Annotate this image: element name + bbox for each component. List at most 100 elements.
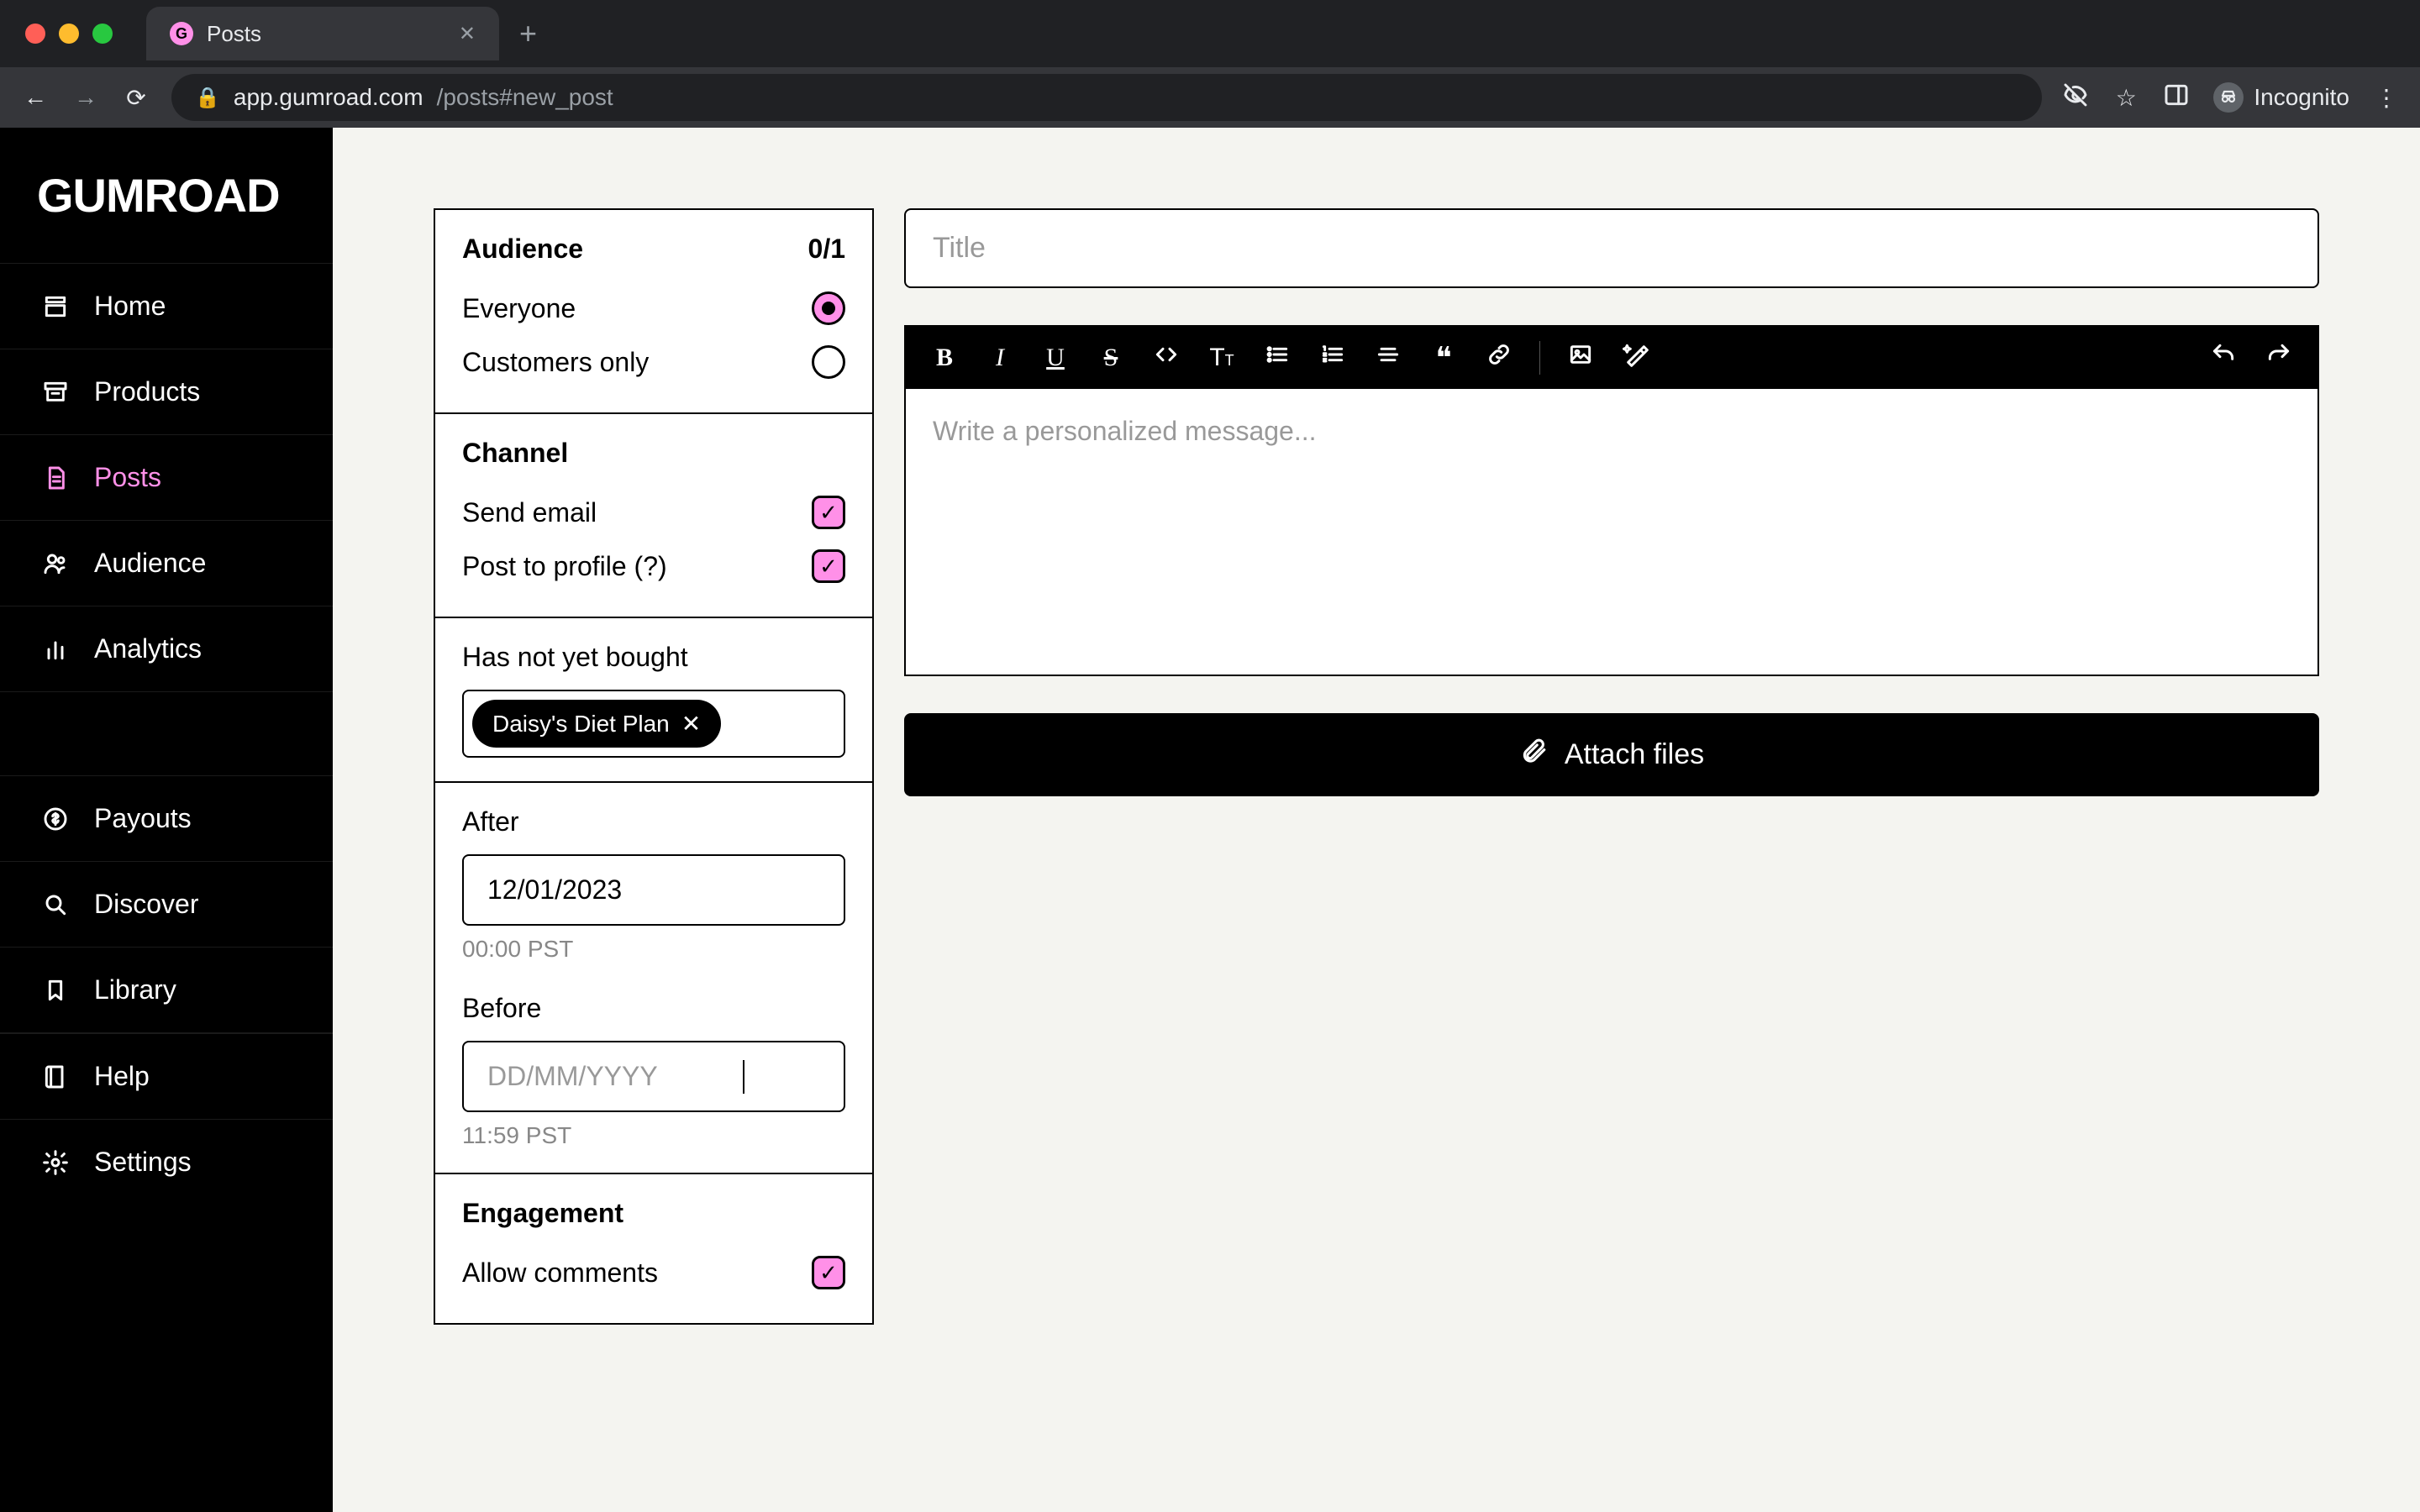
- paperclip-icon: [1519, 737, 1548, 773]
- attach-files-label: Attach files: [1565, 738, 1704, 771]
- allow-comments-label: Allow comments: [462, 1257, 658, 1289]
- checkbox-checked-icon[interactable]: ✓: [812, 549, 845, 583]
- audience-everyone-label: Everyone: [462, 293, 576, 324]
- sidebar-item-audience[interactable]: Audience: [0, 520, 333, 606]
- sidebar-item-products[interactable]: Products: [0, 349, 333, 434]
- config-panel: Audience 0/1 Everyone Customers only Cha…: [434, 208, 874, 1325]
- incognito-label: Incognito: [2254, 84, 2349, 111]
- not-bought-section: Has not yet bought Daisy's Diet Plan ✕: [435, 618, 872, 783]
- sidebar-item-payouts[interactable]: Payouts: [0, 775, 333, 861]
- window-minimize-button[interactable]: [59, 24, 79, 44]
- window-close-button[interactable]: [25, 24, 45, 44]
- bold-icon[interactable]: B: [929, 344, 960, 372]
- strikethrough-icon[interactable]: S: [1096, 344, 1126, 372]
- eye-off-icon[interactable]: [2062, 81, 2089, 114]
- link-icon[interactable]: [1484, 341, 1514, 375]
- gear-icon: [40, 1147, 71, 1178]
- browser-tab-active[interactable]: G Posts ✕: [146, 7, 499, 60]
- window-controls: [25, 24, 113, 44]
- before-hint: 11:59 PST: [462, 1122, 845, 1149]
- text-cursor-icon: [743, 1060, 744, 1094]
- tab-close-icon[interactable]: ✕: [459, 22, 476, 46]
- post-title-input[interactable]: [904, 208, 2319, 288]
- after-hint: 00:00 PST: [462, 936, 845, 963]
- product-tag-label: Daisy's Diet Plan: [492, 711, 670, 738]
- url-domain: app.gumroad.com: [234, 84, 424, 111]
- audience-count: 0/1: [808, 234, 845, 265]
- nav-forward-button[interactable]: →: [71, 84, 101, 111]
- home-icon: [40, 291, 71, 322]
- editor-box: B I U S TT: [904, 325, 2319, 676]
- new-tab-button[interactable]: +: [519, 16, 537, 51]
- post-to-profile-option[interactable]: Post to profile (?) ✓: [462, 539, 845, 593]
- sidebar-item-discover[interactable]: Discover: [0, 861, 333, 947]
- audience-customers-label: Customers only: [462, 347, 649, 378]
- main-content: Audience 0/1 Everyone Customers only Cha…: [333, 128, 2420, 1512]
- sidebar-item-posts[interactable]: Posts: [0, 434, 333, 520]
- bullet-list-icon[interactable]: [1262, 341, 1292, 375]
- post-body-editor[interactable]: Write a personalized message...: [906, 389, 2317, 675]
- magic-icon[interactable]: [1621, 341, 1651, 375]
- dollar-circle-icon: [40, 804, 71, 834]
- quote-icon[interactable]: ❝: [1428, 340, 1459, 375]
- incognito-icon: [2213, 82, 2244, 113]
- italic-icon[interactable]: I: [985, 344, 1015, 372]
- sidebar-item-settings[interactable]: Settings: [0, 1119, 333, 1205]
- numbered-list-icon[interactable]: [1318, 341, 1348, 375]
- sidebar-item-label: Help: [94, 1061, 150, 1092]
- send-email-option[interactable]: Send email ✓: [462, 486, 845, 539]
- sidebar-item-label: Products: [94, 376, 200, 407]
- window-maximize-button[interactable]: [92, 24, 113, 44]
- audience-section: Audience 0/1 Everyone Customers only: [435, 210, 872, 414]
- bookmark-icon: [40, 975, 71, 1005]
- sidebar-item-label: Settings: [94, 1147, 192, 1178]
- redo-icon[interactable]: [2264, 341, 2294, 375]
- underline-icon[interactable]: U: [1040, 344, 1071, 372]
- gumroad-favicon-icon: G: [170, 22, 193, 45]
- incognito-indicator[interactable]: Incognito: [2213, 82, 2349, 113]
- sidebar-item-label: Library: [94, 974, 176, 1005]
- image-icon[interactable]: [1565, 341, 1596, 375]
- text-size-icon[interactable]: TT: [1207, 344, 1237, 372]
- after-label: After: [462, 806, 845, 837]
- search-icon: [40, 890, 71, 920]
- editor-toolbar: B I U S TT: [906, 327, 2317, 389]
- checkbox-checked-icon[interactable]: ✓: [812, 1256, 845, 1289]
- sidebar-item-library[interactable]: Library: [0, 947, 333, 1032]
- sidebar-item-home[interactable]: Home: [0, 263, 333, 349]
- sidebar: GUMROAD Home Products Posts: [0, 128, 333, 1512]
- checkbox-checked-icon[interactable]: ✓: [812, 496, 845, 529]
- url-path: /posts#new_post: [437, 84, 613, 111]
- channel-section: Channel Send email ✓ Post to profile (?)…: [435, 414, 872, 618]
- not-bought-input[interactable]: Daisy's Diet Plan ✕: [462, 690, 845, 758]
- kebab-menu-icon[interactable]: ⋮: [2373, 84, 2400, 112]
- radio-unchecked-icon[interactable]: [812, 345, 845, 379]
- engagement-title: Engagement: [462, 1198, 845, 1229]
- audience-everyone-option[interactable]: Everyone: [462, 281, 845, 335]
- hr-icon[interactable]: [1373, 341, 1403, 375]
- sidebar-item-analytics[interactable]: Analytics: [0, 606, 333, 691]
- undo-icon[interactable]: [2208, 341, 2238, 375]
- nav-back-button[interactable]: ←: [20, 84, 50, 111]
- post-to-profile-label: Post to profile (?): [462, 551, 667, 582]
- radio-checked-icon[interactable]: [812, 291, 845, 325]
- audience-customers-option[interactable]: Customers only: [462, 335, 845, 389]
- nav-reload-button[interactable]: ⟳: [121, 84, 151, 112]
- tag-remove-icon[interactable]: ✕: [681, 710, 701, 738]
- sidebar-item-label: Audience: [94, 548, 206, 579]
- bookmark-star-icon[interactable]: ☆: [2112, 84, 2139, 112]
- panel-icon[interactable]: [2163, 81, 2190, 114]
- channel-title: Channel: [462, 438, 845, 469]
- after-date-input[interactable]: [462, 854, 845, 926]
- before-date-input[interactable]: [462, 1041, 845, 1112]
- file-text-icon: [40, 463, 71, 493]
- sidebar-item-label: Posts: [94, 462, 161, 493]
- code-icon[interactable]: [1151, 341, 1181, 375]
- bar-chart-icon: [40, 634, 71, 664]
- allow-comments-option[interactable]: Allow comments ✓: [462, 1246, 845, 1299]
- sidebar-item-label: Payouts: [94, 803, 192, 834]
- date-range-section: After 00:00 PST Before 11:59 PST: [435, 783, 872, 1174]
- sidebar-item-help[interactable]: Help: [0, 1033, 333, 1119]
- attach-files-button[interactable]: Attach files: [904, 713, 2319, 796]
- url-field[interactable]: 🔒 app.gumroad.com/posts#new_post: [171, 74, 2042, 121]
